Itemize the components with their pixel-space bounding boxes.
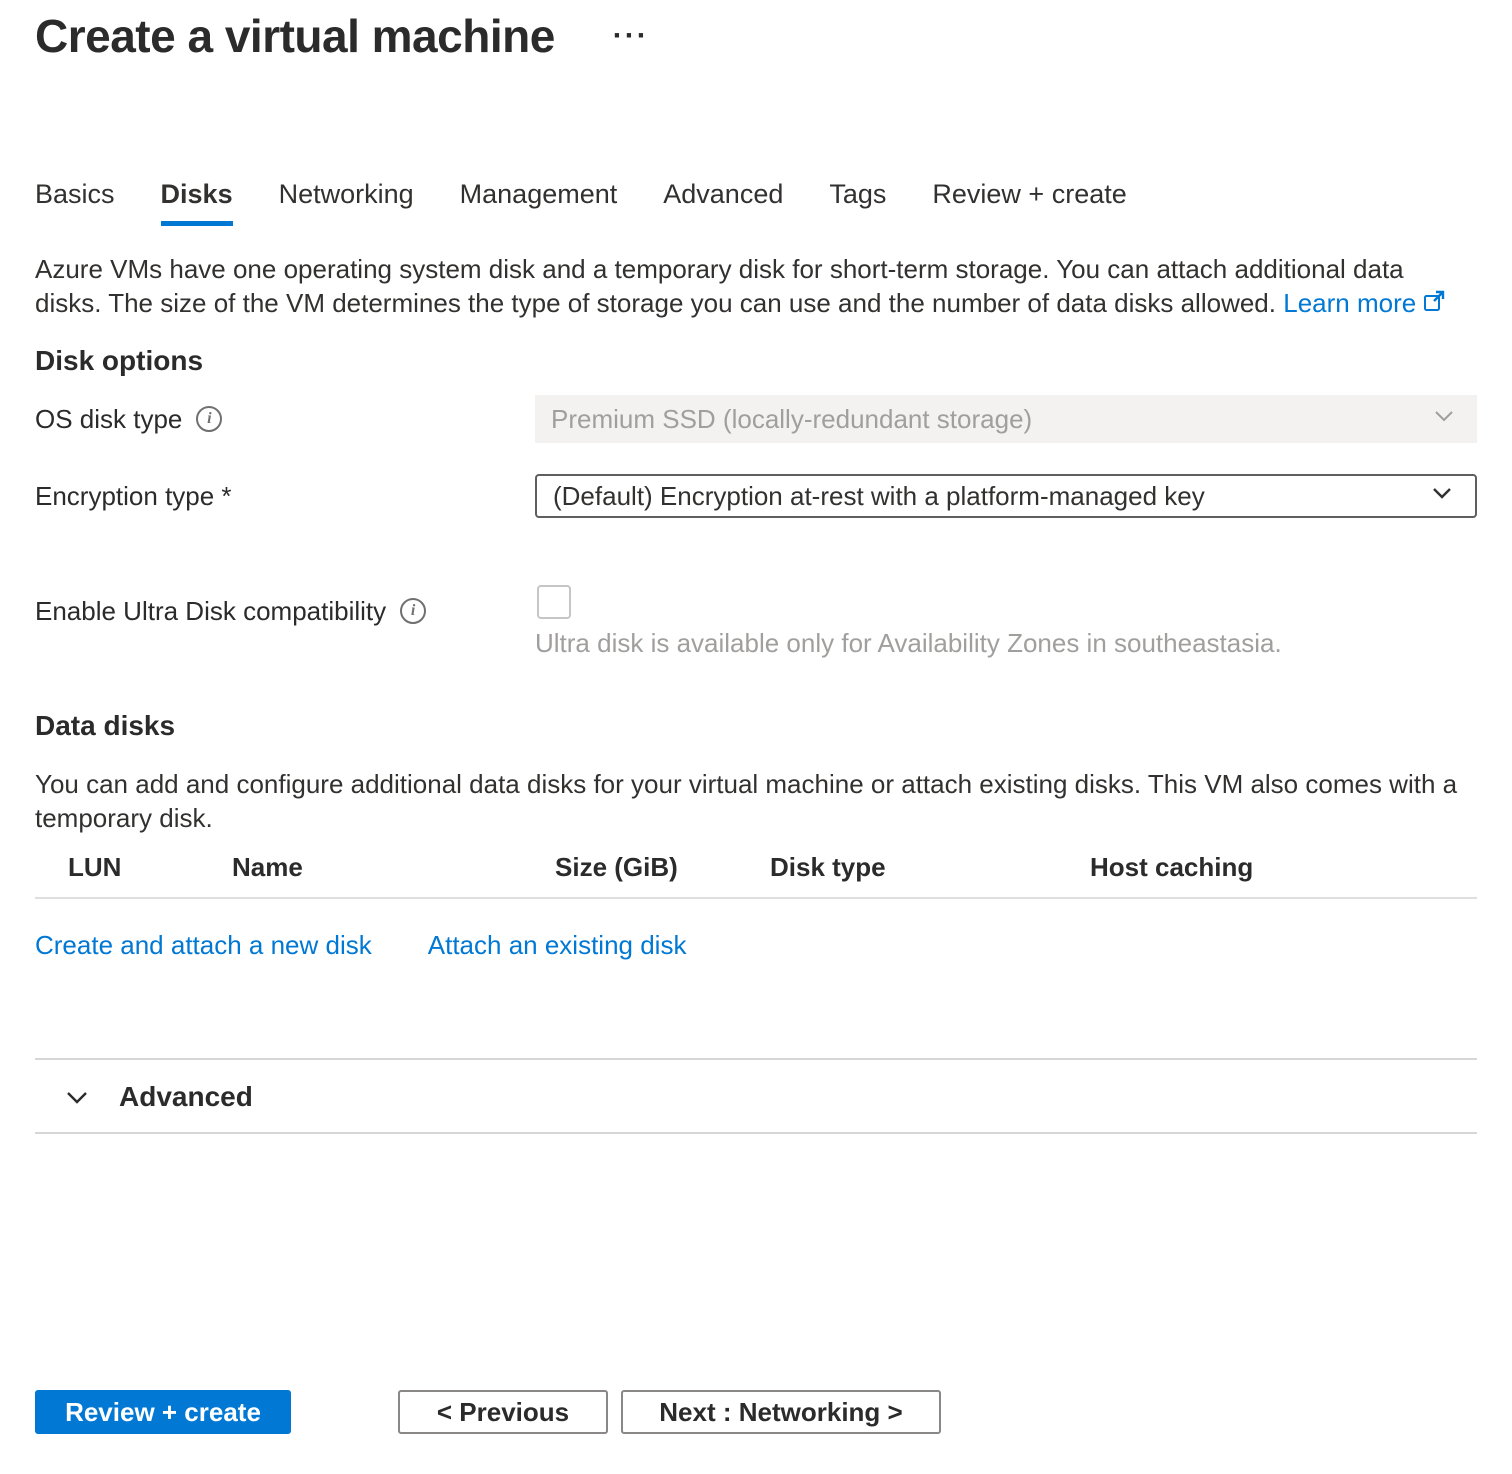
- os-disk-type-value: Premium SSD (locally-redundant storage): [551, 404, 1032, 435]
- encryption-type-value: (Default) Encryption at-rest with a plat…: [553, 481, 1205, 512]
- tab-advanced[interactable]: Advanced: [663, 178, 783, 226]
- info-icon[interactable]: i: [196, 406, 222, 432]
- tab-networking[interactable]: Networking: [279, 178, 414, 226]
- os-disk-type-row: OS disk type i Premium SSD (locally-redu…: [35, 395, 1477, 443]
- ultra-disk-checkbox[interactable]: [537, 585, 571, 619]
- next-networking-button[interactable]: Next : Networking >: [621, 1390, 941, 1434]
- advanced-section: Advanced: [35, 1058, 1477, 1134]
- ultra-disk-helper-text: Ultra disk is available only for Availab…: [535, 627, 1477, 659]
- data-disks-actions: Create and attach a new disk Attach an e…: [35, 929, 1477, 961]
- encryption-type-row: Encryption type * (Default) Encryption a…: [35, 474, 1477, 518]
- tab-disks[interactable]: Disks: [161, 178, 233, 226]
- ultra-disk-row: Enable Ultra Disk compatibility i Ultra …: [35, 585, 1477, 659]
- encryption-type-label-col: Encryption type *: [35, 480, 535, 512]
- column-header-size: Size (GiB): [555, 851, 770, 883]
- column-header-host-caching: Host caching: [1090, 851, 1477, 883]
- data-disks-table-header: LUN Name Size (GiB) Disk type Host cachi…: [35, 851, 1477, 899]
- create-attach-new-disk-link[interactable]: Create and attach a new disk: [35, 929, 372, 961]
- tab-review-create[interactable]: Review + create: [932, 178, 1126, 226]
- title-row: Create a virtual machine ···: [35, 8, 1477, 64]
- create-vm-page: Create a virtual machine ··· Basics Disk…: [0, 0, 1512, 1474]
- intro-text: Azure VMs have one operating system disk…: [35, 254, 1404, 318]
- os-disk-type-dropdown: Premium SSD (locally-redundant storage): [535, 395, 1477, 443]
- disk-options-heading: Disk options: [35, 344, 1477, 378]
- ultra-disk-label-col: Enable Ultra Disk compatibility i: [35, 585, 535, 627]
- data-disks-description: You can add and configure additional dat…: [35, 767, 1477, 835]
- chevron-down-icon: [60, 1080, 94, 1114]
- tab-management[interactable]: Management: [460, 178, 618, 226]
- advanced-label: Advanced: [119, 1080, 253, 1114]
- attach-existing-disk-link[interactable]: Attach an existing disk: [428, 929, 687, 961]
- previous-button[interactable]: < Previous: [398, 1390, 608, 1434]
- more-options-icon[interactable]: ···: [613, 8, 649, 64]
- tab-basics[interactable]: Basics: [35, 178, 115, 226]
- intro-paragraph: Azure VMs have one operating system disk…: [35, 252, 1477, 322]
- review-create-button[interactable]: Review + create: [35, 1390, 291, 1434]
- os-disk-type-label: OS disk type: [35, 403, 182, 435]
- tab-tags[interactable]: Tags: [829, 178, 886, 226]
- learn-more-link[interactable]: Learn more: [1283, 288, 1446, 318]
- encryption-type-dropdown[interactable]: (Default) Encryption at-rest with a plat…: [535, 474, 1477, 518]
- encryption-type-label: Encryption type *: [35, 480, 232, 512]
- page-title: Create a virtual machine: [35, 8, 555, 64]
- column-header-lun: LUN: [35, 851, 232, 883]
- chevron-down-icon: [1427, 478, 1457, 515]
- ultra-disk-label: Enable Ultra Disk compatibility: [35, 595, 386, 627]
- os-disk-type-label-col: OS disk type i: [35, 403, 535, 435]
- column-header-disk-type: Disk type: [770, 851, 1090, 883]
- column-header-name: Name: [232, 851, 555, 883]
- tab-bar: Basics Disks Networking Management Advan…: [35, 178, 1477, 226]
- info-icon[interactable]: i: [400, 598, 426, 624]
- chevron-down-icon: [1429, 401, 1459, 438]
- external-link-icon: [1422, 288, 1446, 322]
- advanced-toggle[interactable]: Advanced: [35, 1060, 1477, 1132]
- footer-bar: Review + create < Previous Next : Networ…: [35, 1390, 941, 1434]
- data-disks-heading: Data disks: [35, 709, 1477, 743]
